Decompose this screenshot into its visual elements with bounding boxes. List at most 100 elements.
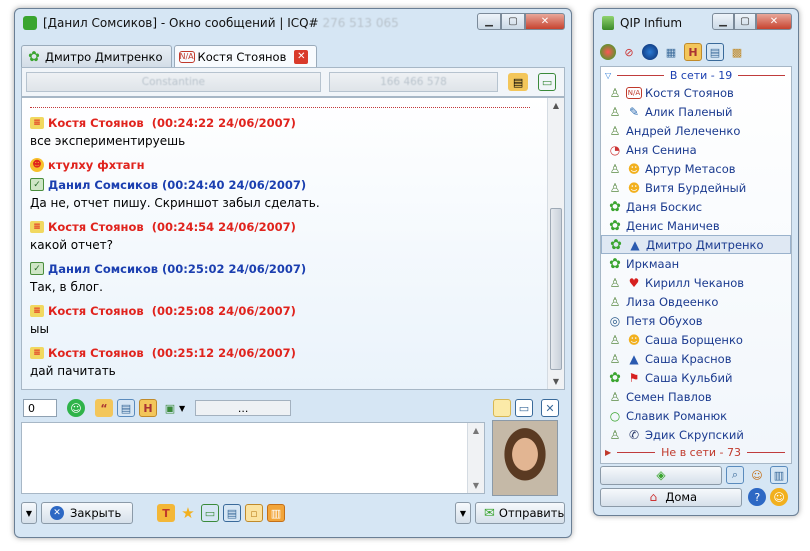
text-format-icon[interactable]: T — [157, 504, 175, 522]
tab-label: Дмитро Дмитренко — [45, 49, 163, 64]
scroll-down-icon[interactable]: ▼ — [548, 374, 564, 389]
message-text: какой отчет? — [30, 238, 113, 252]
close-tab-icon[interactable]: ✕ — [294, 49, 309, 64]
ring-icon: ○ — [609, 408, 621, 423]
na-status-icon: N/A — [626, 86, 642, 99]
contact-item[interactable]: ✿ ⚑ Саша Кульбий — [601, 368, 791, 387]
star-icon[interactable]: ★ — [179, 504, 197, 522]
find-contact-icon[interactable]: ⌕ — [726, 466, 744, 484]
window-mode-icon[interactable]: ▭ — [515, 399, 533, 417]
maximize-button[interactable]: ▢ — [501, 13, 525, 30]
outgoing-message-icon: ✓ — [30, 262, 44, 275]
contact-item[interactable]: ✿ ▲ Дмитро Дмитренко — [601, 235, 791, 254]
emoticons-icon[interactable]: ☺ — [67, 399, 85, 417]
status-button[interactable]: ⌂ Дома — [600, 487, 743, 507]
history-h-icon[interactable]: H — [139, 399, 157, 417]
close-small-icon[interactable]: ✕ — [541, 399, 559, 417]
incoming-message-icon: ≡ — [30, 346, 44, 359]
contact-item[interactable]: ✿ Денис Маничев — [601, 216, 791, 235]
na-status-icon: N/A — [178, 50, 195, 63]
scroll-up-icon[interactable]: ▲ — [468, 423, 484, 438]
insert-text-icon[interactable]: ▤ — [117, 399, 135, 417]
green-flower-icon: ✿ — [609, 217, 621, 234]
history-folder-icon[interactable]: ▭ — [538, 73, 556, 91]
history-h-icon[interactable]: H — [684, 43, 702, 61]
message-text: Так, в блог. — [30, 280, 103, 294]
contact-item[interactable]: ♙ Лиза Овдеенко — [601, 292, 791, 311]
privacy-icon[interactable]: ⊘ — [620, 43, 638, 61]
close-button[interactable]: ✕ Закрыть — [41, 502, 133, 524]
multi-window-icon[interactable]: ▥ — [267, 504, 285, 522]
close-window-button[interactable]: ✕ — [756, 13, 792, 30]
message-text: Да не, отчет пишу. Скриншот забыл сделат… — [30, 196, 320, 210]
contact-item[interactable]: ♙ ✎ Алик Паленый — [601, 102, 791, 121]
contact-item[interactable]: ♙ Андрей Лелеченко — [601, 121, 791, 140]
save-icon[interactable]: ▣ — [161, 399, 179, 417]
status-message: ☻ ктулху фхтагн — [30, 156, 542, 173]
contact-item[interactable]: ♙ ☻ Саша Борщенко — [601, 330, 791, 349]
users-icon[interactable]: ☺ — [748, 466, 766, 484]
qip-toolbar: ⊘ ▦ H ▤ ▩ — [600, 42, 792, 62]
tab-kostya[interactable]: N/A Костя Стоянов ✕ — [173, 45, 318, 67]
settings-list-icon[interactable]: ▤ — [706, 43, 724, 61]
contact-item[interactable]: ✿ Даня Боскис — [601, 197, 791, 216]
online-group-header[interactable]: ▽ В сети - 19 — [601, 67, 791, 83]
close-window-button[interactable]: ✕ — [525, 13, 565, 30]
person-icon: ♙ — [609, 294, 621, 309]
chat-scrollbar[interactable]: ▲ ▼ — [547, 98, 564, 389]
maximize-button[interactable]: ▢ — [734, 13, 756, 30]
contact-card-icon[interactable]: ▤ — [508, 73, 529, 91]
main-menu-button[interactable]: ◈ — [600, 465, 722, 485]
contact-item[interactable]: ♙ ☻ Витя Бурдейный — [601, 178, 791, 197]
smiley-icon: ☻ — [627, 332, 641, 347]
contact-item[interactable]: ✿ Иркмаан — [601, 254, 791, 273]
window-title: [Данил Сомсиков] - Окно сообщений | ICQ# — [43, 16, 319, 30]
offline-group-header[interactable]: ▶ Не в сети - 73 — [601, 444, 791, 460]
scroll-down-icon[interactable]: ▼ — [468, 478, 484, 493]
qip-logo-icon — [602, 16, 614, 30]
title-bar[interactable]: [Данил Сомсиков] - Окно сообщений | ICQ#… — [15, 9, 571, 37]
xstatus-icon[interactable]: ☺ — [770, 488, 788, 506]
incoming-message-icon: ≡ — [30, 304, 44, 317]
message-input[interactable]: ▲ ▼ — [21, 422, 485, 494]
smiley-icon: ☻ — [30, 157, 44, 172]
minimize-button[interactable]: ▁ — [712, 13, 734, 30]
message-header: ≡ Костя Стоянов (00:24:54 24/06/2007) — [30, 218, 542, 235]
scroll-up-icon[interactable]: ▲ — [548, 98, 564, 113]
qip-app-icon — [23, 16, 37, 30]
scroll-thumb[interactable] — [550, 208, 562, 370]
contact-item[interactable]: ♙ Семен Павлов — [601, 387, 791, 406]
tab-label: Костя Стоянов — [197, 49, 287, 64]
contact-list: ▽ В сети - 19 ♙ N/A Костя Стоянов ♙ ✎ Алик П… — [600, 66, 792, 464]
contact-item[interactable]: ♙ ☻ Артур Метасов — [601, 159, 791, 178]
save-dropdown-icon[interactable]: ▼ — [179, 404, 185, 413]
send-options-dropdown[interactable]: ▼ — [455, 502, 471, 524]
contact-item[interactable]: ○ Славик Романюк — [601, 406, 791, 425]
sound-icon[interactable] — [642, 44, 658, 60]
send-file-icon[interactable]: ▭ — [201, 504, 219, 522]
note-icon[interactable] — [493, 399, 511, 417]
options-dropdown[interactable]: ▼ — [21, 502, 37, 524]
sms-icon[interactable]: ▫ — [245, 504, 263, 522]
input-scrollbar[interactable]: ▲ ▼ — [467, 423, 484, 493]
contact-item[interactable]: ♙ ♥ Кирилл Чеканов — [601, 273, 791, 292]
person-icon: ♙ — [609, 85, 621, 100]
tab-dmitro[interactable]: ✿ Дмитро Дмитренко — [21, 45, 172, 67]
qip-title-bar[interactable]: QIP Infium ▁ ▢ ✕ — [594, 9, 798, 37]
help-icon[interactable]: ? — [748, 488, 767, 506]
search-contact-icon[interactable]: ▦ — [662, 43, 680, 61]
contact-item[interactable]: ♙ N/A Костя Стоянов — [601, 83, 791, 102]
contacts-list-icon[interactable]: ▤ — [223, 504, 241, 522]
status-ball-icon[interactable] — [600, 44, 616, 60]
contact-item[interactable]: ♙ ▲ Саша Краснов — [601, 349, 791, 368]
quote-icon[interactable]: “ — [95, 399, 113, 417]
contact-item[interactable]: ♙ ✆ Эдик Скрупский — [601, 425, 791, 444]
send-button[interactable]: ✉ Отправить — [475, 502, 565, 524]
person-icon: ♙ — [609, 427, 621, 442]
plugins-icon[interactable]: ▩ — [728, 43, 746, 61]
contact-item[interactable]: ◎ Петя Обухов — [601, 311, 791, 330]
heart-icon: ♥ — [628, 275, 640, 290]
minimize-button[interactable]: ▁ — [477, 13, 501, 30]
sidebar-toggle-icon[interactable]: ▥ — [770, 466, 788, 484]
contact-item[interactable]: ◔ Аня Сенина — [601, 140, 791, 159]
